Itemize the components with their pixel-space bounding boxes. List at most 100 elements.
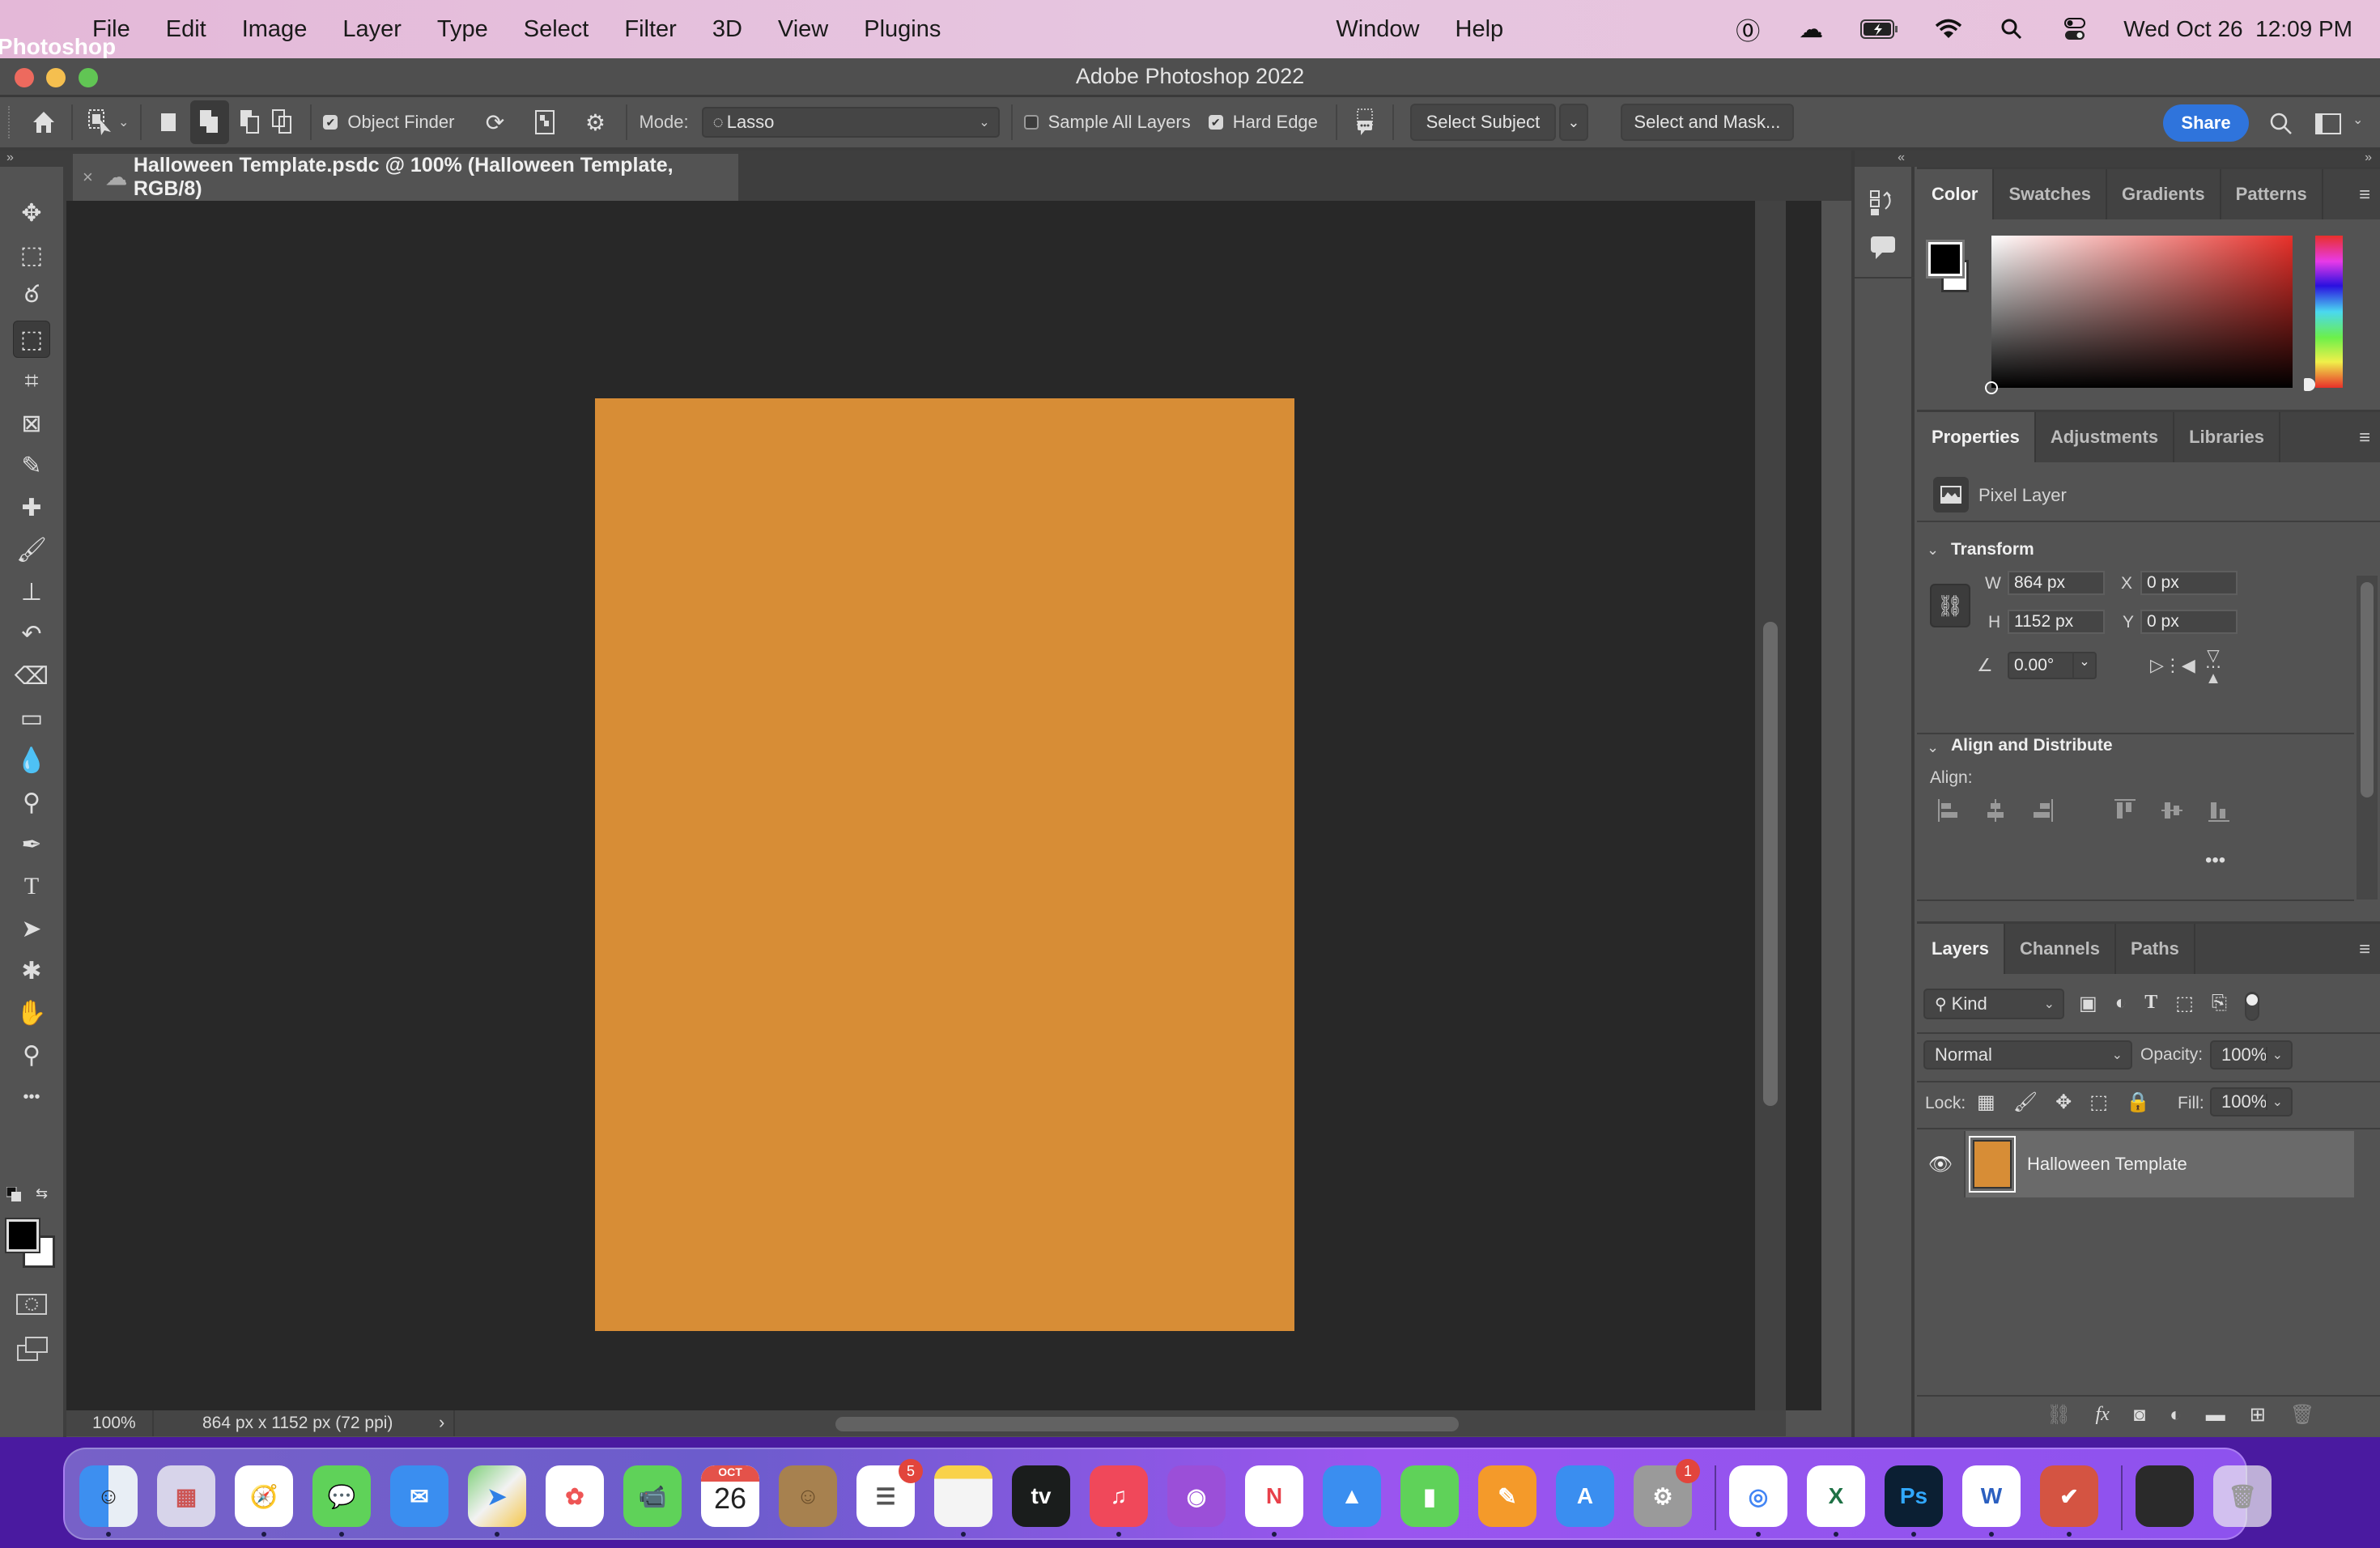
properties-scrollbar[interactable] <box>2357 576 2378 899</box>
height-field[interactable]: 1152 px <box>2008 610 2105 634</box>
filter-adjustment-layers-icon[interactable]: ◐ <box>2115 992 2127 1021</box>
dock-app-music[interactable]: ♫ <box>1090 1465 1148 1527</box>
menu-3d[interactable]: 3D <box>712 16 742 43</box>
align-top-edges-icon[interactable] <box>2113 797 2137 823</box>
layer-effects-fx-icon[interactable]: fx <box>2095 1404 2109 1426</box>
screen-mode-icon[interactable] <box>16 1336 49 1366</box>
dock-app-mail[interactable]: ✉ <box>390 1465 448 1527</box>
control-center-icon[interactable] <box>2060 15 2089 44</box>
battery-charging-icon[interactable] <box>1859 15 1900 44</box>
select-subject-options-button[interactable]: ⌄ <box>1558 104 1588 141</box>
healing-brush-tool-icon[interactable]: ✚ <box>13 489 50 526</box>
minimize-window-button[interactable] <box>46 68 66 87</box>
dock-app-launchpad[interactable]: ▦ <box>157 1465 215 1527</box>
eyedropper-tool-icon[interactable]: ✎ <box>13 447 50 484</box>
flip-vertical-icon[interactable]: ▽ ⋯ ▲ <box>2205 648 2221 687</box>
dock-app-trash[interactable]: 🗑 <box>2213 1465 2272 1527</box>
tab-paths[interactable]: Paths <box>2116 924 2195 974</box>
filter-smart-objects-icon[interactable]: ⎘ <box>2212 992 2227 1021</box>
canvas-area[interactable] <box>66 201 1821 1410</box>
tab-gradients[interactable]: Gradients <box>2107 169 2221 219</box>
wifi-icon[interactable] <box>1934 15 1963 44</box>
menu-help[interactable]: Help <box>1456 16 1504 43</box>
tab-color[interactable]: Color <box>1917 169 1995 219</box>
move-tool-icon[interactable]: ✥ <box>13 194 50 232</box>
menu-image[interactable]: Image <box>242 16 308 43</box>
vertical-scrollbar[interactable] <box>1755 201 1786 1410</box>
expand-panels-icon[interactable]: « <box>1855 151 1915 167</box>
hard-edge-checkbox[interactable]: ✔ <box>1208 115 1223 130</box>
spotlight-search-icon[interactable] <box>1997 15 2026 44</box>
refresh-object-finder-icon[interactable]: ⟳ <box>478 106 511 138</box>
dock-app-reminders[interactable]: ☰ 5 <box>856 1459 923 1527</box>
swap-colors-icon[interactable]: ⇆ <box>36 1185 48 1202</box>
blend-mode-dropdown[interactable]: Normal ⌄ <box>1923 1040 2132 1070</box>
select-subject-button[interactable]: Select Subject <box>1409 104 1556 141</box>
dock-app-messages[interactable]: 💬 <box>312 1465 371 1527</box>
layer-visibility-eye-icon[interactable]: 👁 <box>1917 1131 1966 1197</box>
dock-app-microsoft-excel[interactable]: X <box>1807 1465 1865 1527</box>
more-options-icon[interactable]: ••• <box>2205 849 2225 872</box>
eraser-tool-icon[interactable]: ⌫ <box>13 657 50 695</box>
comments-panel-icon[interactable] <box>1868 232 1900 264</box>
workspace-chevron-icon[interactable]: ⌄ <box>2352 112 2363 128</box>
tab-channels[interactable]: Channels <box>2005 924 2116 974</box>
lock-artboard-icon[interactable]: ⬚ <box>2089 1091 2108 1114</box>
rotation-angle-field[interactable]: 0.00° ⌄ <box>2008 652 2097 679</box>
lasso-tool-icon[interactable]: ఠ <box>13 279 50 316</box>
share-button[interactable]: Share <box>2163 104 2249 142</box>
collapse-toolbar-icon[interactable]: » <box>0 151 63 167</box>
layer-row[interactable]: 👁 Halloween Template <box>1917 1131 2354 1197</box>
delete-layer-trash-icon[interactable]: 🗑 <box>2290 1403 2314 1427</box>
dodge-tool-icon[interactable]: ⚲ <box>13 784 50 821</box>
workspace-switcher-icon[interactable] <box>2312 108 2344 140</box>
menu-window[interactable]: Window <box>1336 16 1419 43</box>
width-field[interactable]: 864 px <box>2008 571 2105 595</box>
x-position-field[interactable]: 0 px <box>2140 571 2238 595</box>
dock-app-facetime[interactable]: 📹 <box>623 1465 682 1527</box>
lock-transparent-pixels-icon[interactable]: ▦ <box>1977 1091 1995 1114</box>
tab-properties[interactable]: Properties <box>1917 412 2036 462</box>
settings-gear-icon[interactable]: ⚙ <box>579 106 611 138</box>
gradient-tool-icon[interactable]: ▭ <box>13 700 50 737</box>
blur-tool-icon[interactable]: 💧 <box>13 742 50 779</box>
opacity-chevron-icon[interactable]: ⌄ <box>2265 1047 2283 1063</box>
dock-app-keynote[interactable]: ▲ <box>1323 1465 1381 1527</box>
select-and-mask-button[interactable]: Select and Mask... <box>1620 104 1794 141</box>
dock-app-app-store[interactable]: A <box>1556 1465 1614 1527</box>
crop-tool-icon[interactable]: ⌗ <box>13 363 50 400</box>
hand-tool-icon[interactable]: ✋ <box>13 994 50 1031</box>
document-tab[interactable]: × ☁ Halloween Template.psdc @ 100% (Hall… <box>73 154 738 201</box>
dock-app-system-preferences[interactable]: ⚙ 1 <box>1634 1459 1700 1527</box>
layer-filter-kind-dropdown[interactable]: ⚲ Kind ⌄ <box>1923 989 2064 1019</box>
path-selection-tool-icon[interactable]: ➤ <box>13 910 50 947</box>
search-icon[interactable] <box>2265 108 2297 140</box>
tab-patterns[interactable]: Patterns <box>2221 169 2323 219</box>
filter-pixel-layers-icon[interactable]: ▣ <box>2079 992 2097 1021</box>
align-heading[interactable]: Align and Distribute <box>1951 736 2113 755</box>
dock-app-contacts[interactable]: ☺ <box>779 1465 837 1527</box>
opacity-field[interactable]: 100% ⌄ <box>2210 1040 2293 1070</box>
tab-libraries[interactable]: Libraries <box>2174 412 2281 462</box>
dock-app-google-chrome[interactable]: ◎ <box>1729 1465 1787 1527</box>
panel-menu-icon[interactable]: ≡ <box>2359 184 2370 206</box>
transform-heading[interactable]: Transform <box>1951 540 2034 559</box>
angle-chevron-icon[interactable]: ⌄ <box>2072 653 2095 678</box>
fill-field[interactable]: 100% ⌄ <box>2210 1087 2293 1116</box>
horizontal-scroll-thumb[interactable] <box>835 1417 1459 1431</box>
quick-mask-icon[interactable] <box>16 1294 47 1315</box>
object-finder-feedback-icon[interactable] <box>1349 106 1381 138</box>
default-colors-icon[interactable] <box>6 1186 21 1201</box>
tool-preset-chevron-icon[interactable]: ⌄ <box>118 114 129 130</box>
type-tool-icon[interactable]: T <box>13 868 50 905</box>
foreground-color-swatch[interactable] <box>5 1218 40 1253</box>
dock-app-microsoft-word[interactable]: W <box>1962 1465 2021 1527</box>
color-foreground-swatch[interactable] <box>1926 240 1965 279</box>
rectangular-marquee-tool-icon[interactable]: ⬚ <box>13 236 50 274</box>
brush-tool-icon[interactable]: 🖌 <box>13 531 50 568</box>
align-horizontal-centers-icon[interactable] <box>1983 797 2008 823</box>
menu-view[interactable]: View <box>778 16 828 43</box>
dock-app-photos[interactable]: ✿ <box>546 1465 604 1527</box>
filter-type-layers-icon[interactable]: T <box>2144 992 2157 1021</box>
zoom-tool-icon[interactable]: ⚲ <box>13 1036 50 1074</box>
